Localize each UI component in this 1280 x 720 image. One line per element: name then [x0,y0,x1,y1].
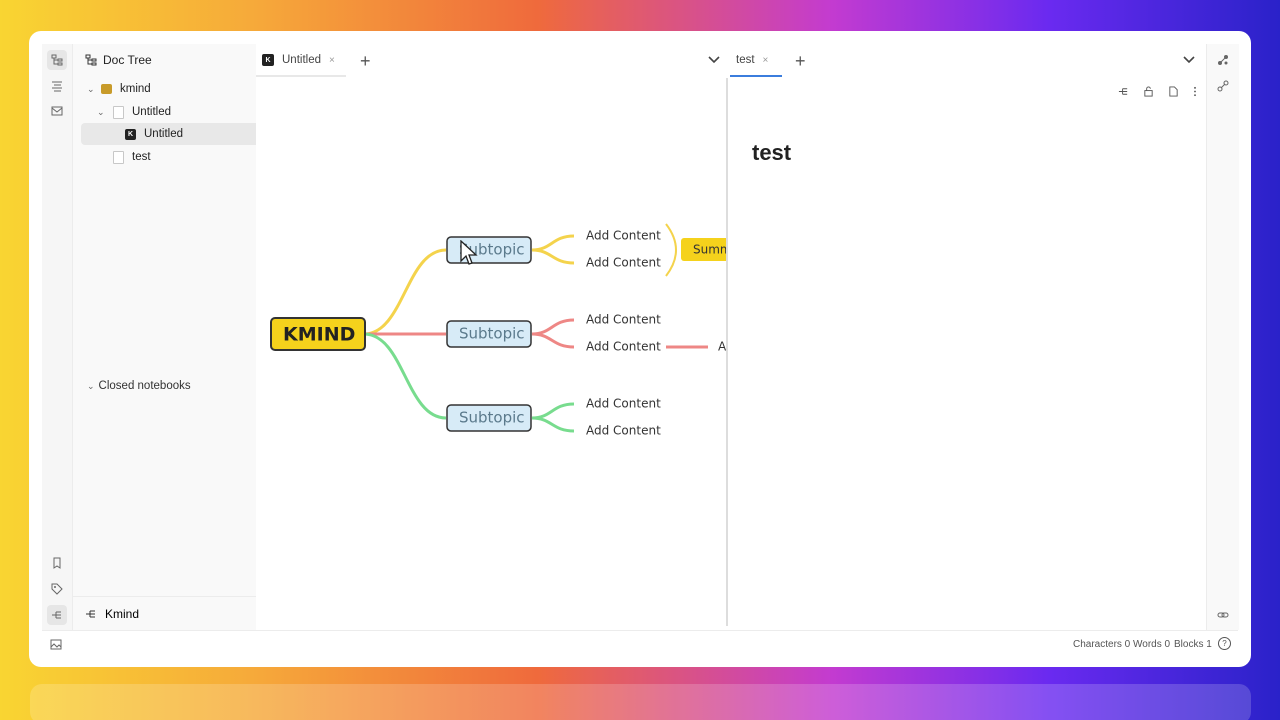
image-icon[interactable] [50,639,62,650]
content-node[interactable]: Add Content [586,397,661,411]
add-tab-icon[interactable]: + [360,51,371,72]
status-bar: Characters 0 Words 0 Blocks 1 ? [42,630,1238,658]
notebook-kmind[interactable]: ⌄ kmind [81,78,255,100]
mindmap-icon[interactable] [1118,86,1129,97]
tab-underline [256,75,346,77]
subtopic-label[interactable]: Subtopic [459,409,525,427]
root-label[interactable]: KMIND [283,324,355,346]
file-icon[interactable] [1168,86,1179,97]
tab-label: Untitled [282,54,321,66]
doc-tree-panel: Doc Tree ⌄ kmind ⌄ Untitled K Untitled t… [73,44,293,630]
document-icon [113,150,124,164]
summary-bracket [665,223,677,277]
help-icon[interactable]: ? [1218,637,1231,650]
right-dock [1206,44,1239,630]
document-heading[interactable]: test [752,140,791,166]
global-graph-icon[interactable] [1217,80,1229,92]
chevron-down-icon[interactable]: ⌄ [97,107,107,118]
left-dock [42,44,73,630]
kmind-doc-icon: K [125,128,136,140]
status-blocks: Blocks 1 [1174,639,1212,650]
branch-line [531,234,575,252]
content-node[interactable]: Add Content [586,256,661,270]
mindmap-svg[interactable]: Add Content Add Content Add Content Add Con… [256,78,726,630]
link-icon[interactable] [1217,609,1229,621]
content-node[interactable]: Add Content [586,340,661,354]
closed-notebooks-label: Closed notebooks [98,380,191,392]
subtopic-label[interactable]: Subtopic [459,325,525,343]
notebook-label: kmind [120,83,151,95]
outline-icon[interactable] [47,76,67,96]
kmind-plugin-icon[interactable] [47,605,67,625]
document-icon [113,105,124,119]
doc-tree-title: Doc Tree [103,53,152,67]
add-tab-icon[interactable]: + [795,51,806,72]
doc-tree-header: Doc Tree [85,53,152,67]
close-icon[interactable]: × [763,55,769,66]
right-tab-bar: test × + [730,44,1205,79]
graph-icon[interactable] [1217,54,1229,66]
branch-line [531,318,575,336]
left-tab-bar: K Untitled × + [256,44,726,79]
tree-item-test[interactable]: test [81,146,281,168]
app-window: Doc Tree ⌄ kmind ⌄ Untitled K Untitled t… [29,31,1251,667]
doc-toolbar [1118,86,1197,97]
chevron-down-icon[interactable] [708,56,720,64]
branch-line [531,402,575,420]
tag-icon[interactable] [47,579,67,599]
closed-notebooks[interactable]: ⌄ Closed notebooks [87,380,191,392]
pane-divider[interactable] [726,78,728,626]
tree-item-label: test [132,151,151,163]
doc-tree-header-icon [85,54,97,66]
tree-item-label: Untitled [144,128,183,140]
cursor-icon [460,240,478,265]
tree-item-label: Untitled [132,106,171,118]
bookmark-icon[interactable] [47,553,67,573]
inbox-icon[interactable] [47,101,67,121]
chevron-down-icon[interactable] [1183,56,1195,64]
connector-line [363,332,447,420]
close-icon[interactable]: × [329,55,335,66]
tree-item-untitled[interactable]: ⌄ Untitled [81,101,265,123]
more-icon[interactable] [1193,86,1197,97]
kmind-panel-header[interactable]: Kmind [73,596,256,630]
branch-line [531,332,575,349]
kmind-icon [86,610,95,617]
tab-test[interactable]: test × [736,44,768,76]
document-pane[interactable]: test [730,78,1205,630]
branch-line [531,416,575,433]
connector-line [363,248,447,336]
content-node[interactable]: Add Content [586,424,661,438]
kmind-doc-icon: K [262,54,274,66]
content-node[interactable]: Add Content [586,313,661,327]
branch-line [531,248,575,265]
status-words: Words 0 [1133,639,1171,650]
mindmap-canvas[interactable]: Add Content Add Content Add Content Add Con… [256,78,726,630]
status-characters: Characters 0 [1073,639,1131,650]
app-root: Doc Tree ⌄ kmind ⌄ Untitled K Untitled t… [42,44,1239,658]
tab-label: test [736,54,755,66]
summary-label[interactable]: Summ [693,243,726,257]
background-bar [30,684,1251,720]
content-node-partial[interactable]: A [718,340,726,354]
unlock-icon[interactable] [1143,86,1154,97]
chevron-down-icon[interactable]: ⌄ [87,84,97,95]
kmind-panel-label: Kmind [105,606,140,621]
content-node[interactable]: Add Content [586,229,661,243]
tab-untitled[interactable]: K Untitled × [262,44,335,76]
notebook-icon [101,84,112,94]
doc-tree-icon[interactable] [47,50,67,70]
chevron-down-icon: ⌄ [87,380,95,391]
tab-active-underline [730,75,782,77]
